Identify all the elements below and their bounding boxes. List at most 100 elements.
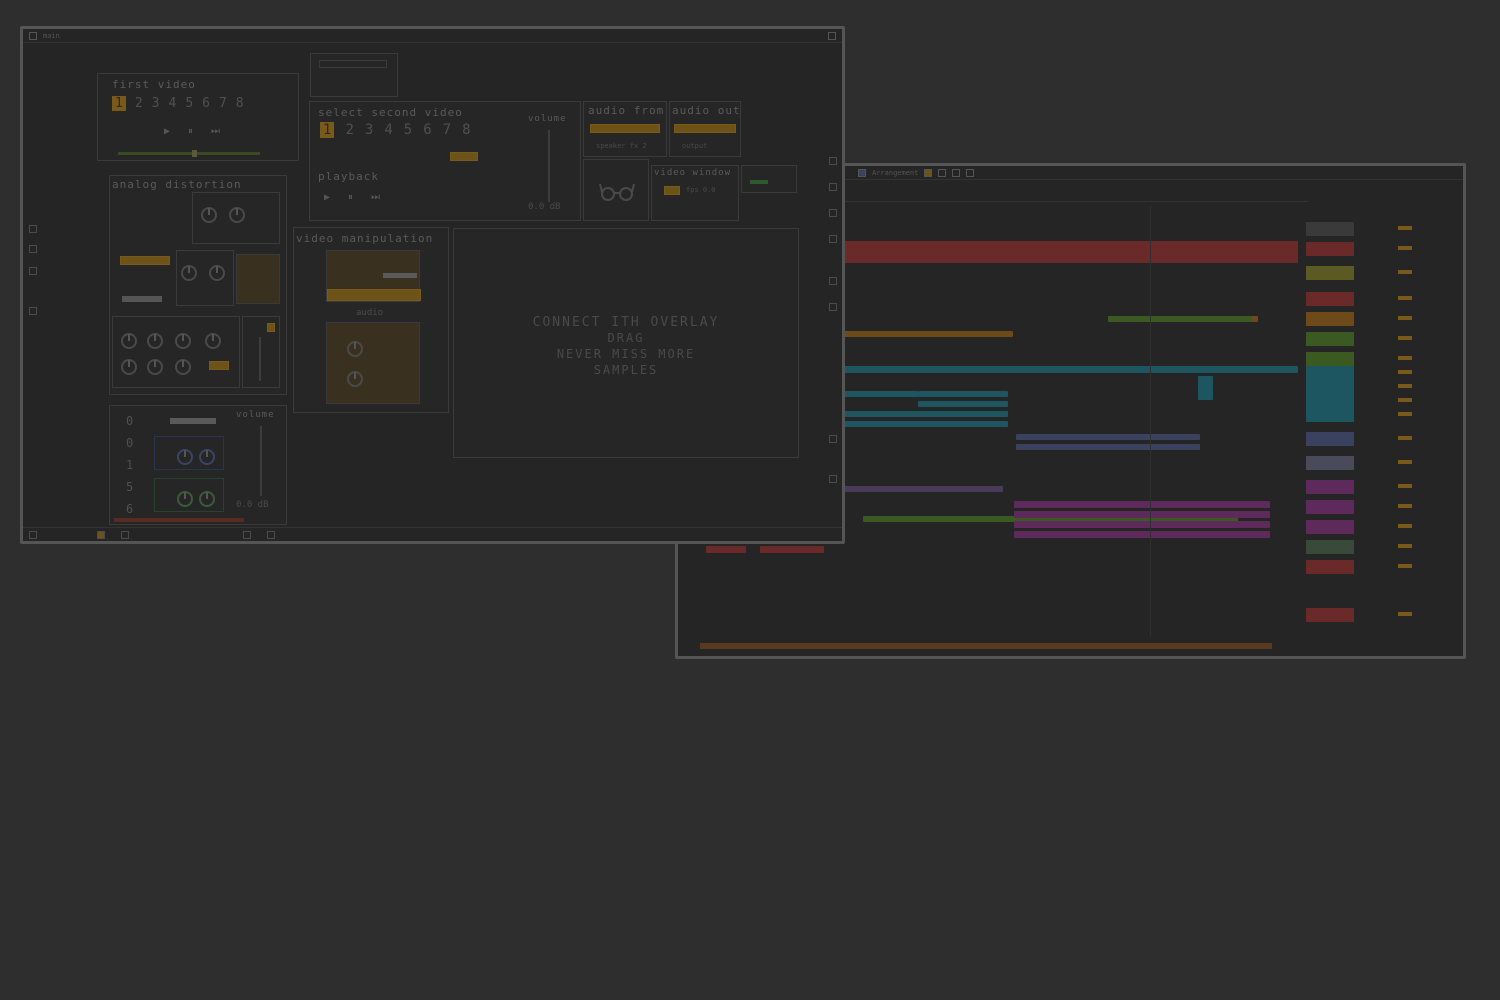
video-window-toggle[interactable] [664,186,680,195]
audio-clip[interactable] [1014,511,1270,518]
knob[interactable] [121,359,137,375]
video-select-button[interactable]: 7 [219,96,227,111]
follow-icon[interactable] [858,168,866,177]
left-tool-icon[interactable] [29,267,37,275]
output-fader[interactable] [259,337,261,381]
filter-knob[interactable] [199,491,215,507]
audio-clip[interactable] [1016,434,1200,440]
audio-clip[interactable] [706,546,746,553]
side-tool-icon[interactable] [829,209,837,217]
track-header[interactable] [1306,242,1354,256]
cutoff-knob[interactable] [181,265,197,281]
filter-knob[interactable] [199,449,215,465]
filter-knob[interactable] [177,491,193,507]
track-header[interactable] [1306,292,1354,306]
audio-clip[interactable] [843,331,1013,337]
video-select-button[interactable]: 4 [384,122,392,138]
audio-clip[interactable] [843,411,1008,417]
video-select-button[interactable]: 2 [345,122,353,138]
audio-from-select[interactable] [590,124,660,133]
track-header[interactable] [1306,520,1354,534]
left-tool-icon[interactable] [29,307,37,315]
audio-clip[interactable] [1108,316,1252,322]
pointer-icon[interactable] [121,531,129,539]
video-select-button[interactable]: 8 [462,122,470,138]
play-icon[interactable]: ▶ [164,126,170,137]
video-select-button[interactable]: 6 [202,96,210,111]
audio-clip[interactable] [843,486,1003,492]
track-header[interactable] [1306,432,1354,446]
left-tool-icon[interactable] [29,225,37,233]
track-header[interactable] [1306,560,1354,574]
tone-knob[interactable] [229,207,245,223]
audio-out-select[interactable] [674,124,736,133]
knob[interactable] [147,333,163,349]
distortion-mode-button[interactable] [120,256,170,265]
video-select-button[interactable]: 1 [320,122,335,138]
second-video-volume-fader[interactable] [548,130,550,202]
track-header[interactable] [1306,222,1354,236]
gain-bar[interactable] [170,418,216,424]
knob[interactable] [175,333,191,349]
arrangement-record-icon[interactable] [924,168,933,177]
track-header[interactable] [1306,366,1354,380]
lock-icon[interactable] [29,531,37,539]
audio-clip[interactable] [1016,444,1200,450]
knob[interactable] [147,359,163,375]
next-icon[interactable]: ⏭ [371,192,380,203]
audio-clip[interactable] [1198,376,1213,400]
track-header[interactable] [1306,456,1354,470]
side-tool-icon[interactable] [829,303,837,311]
audio-clip[interactable] [1014,531,1270,538]
next-icon[interactable]: ⏭ [211,126,220,137]
audio-clip[interactable] [760,546,824,553]
track-header[interactable] [1306,380,1354,394]
video-select-button[interactable]: 1 [112,96,126,111]
knob[interactable] [175,359,191,375]
stop-icon[interactable] [952,168,961,177]
manipulation-slider[interactable] [383,273,417,278]
audio-clip[interactable] [918,391,1008,397]
side-tool-icon[interactable] [829,277,837,285]
track-header[interactable] [1306,312,1354,326]
audio-clip[interactable] [1014,501,1270,508]
audio-knob[interactable] [347,341,363,357]
audio-clip[interactable] [1014,521,1270,528]
track-header[interactable] [1306,266,1354,280]
loop-toggle-button[interactable] [450,152,478,161]
side-tool-icon[interactable] [829,157,837,165]
play-icon[interactable]: ▶ [324,192,330,203]
video-select-button[interactable]: 5 [404,122,412,138]
grid-icon[interactable] [243,531,251,539]
video-select-button[interactable]: 2 [135,96,143,111]
track-header[interactable] [1306,480,1354,494]
side-tool-icon[interactable] [829,183,837,191]
drive-knob[interactable] [201,207,217,223]
left-tool-icon[interactable] [29,245,37,253]
track-header[interactable] [1306,540,1354,554]
edit-mode-icon[interactable] [97,531,105,539]
presentation-icon[interactable] [267,531,275,539]
bottom-volume-fader[interactable] [260,426,262,496]
pause-icon[interactable]: ⏸ [188,126,193,137]
play-icon[interactable] [938,168,947,177]
manipulation-apply-button[interactable] [327,289,421,301]
video-select-button[interactable]: 3 [152,96,160,111]
video-select-button[interactable]: 3 [365,122,373,138]
video-select-button[interactable]: 8 [236,96,244,111]
first-video-scrubber[interactable] [118,150,260,157]
audio-clip[interactable] [843,241,1298,263]
knob[interactable] [121,333,137,349]
side-tool-icon[interactable] [829,235,837,243]
knob-mode-button[interactable] [209,361,229,370]
video-select-button[interactable]: 6 [423,122,431,138]
audio-knob[interactable] [347,371,363,387]
track-header[interactable] [1306,500,1354,514]
track-header[interactable] [1306,394,1354,408]
window-close-icon[interactable] [828,31,836,40]
video-select-button[interactable]: 5 [185,96,193,111]
audio-clip[interactable] [843,366,1298,373]
window-menu-icon[interactable] [29,31,37,40]
record-icon[interactable] [966,168,975,177]
track-header[interactable] [1306,352,1354,366]
